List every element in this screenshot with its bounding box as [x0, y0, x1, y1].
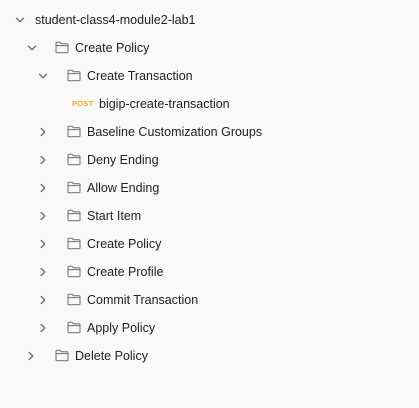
folder-icon [67, 321, 81, 334]
chevron-right-icon[interactable] [38, 295, 48, 305]
folder-row-start-item[interactable]: Start Item [0, 202, 419, 230]
folder-row-commit-transaction[interactable]: Commit Transaction [0, 286, 419, 314]
folder-label: Baseline Customization Groups [87, 125, 263, 139]
folder-row-deny-ending[interactable]: Deny Ending [0, 146, 419, 174]
collection-name: student-class4-module2-lab1 [35, 13, 196, 27]
folder-icon [67, 125, 81, 138]
folder-label: Delete Policy [75, 349, 148, 363]
folder-icon [67, 209, 81, 222]
folder-label: Create Transaction [87, 69, 193, 83]
folder-label: Create Profile [87, 265, 164, 279]
folder-label: Create Policy [75, 41, 150, 55]
chevron-right-icon[interactable] [38, 211, 48, 221]
chevron-down-icon[interactable] [15, 15, 25, 25]
folder-label: Start Item [87, 209, 142, 223]
folder-icon [55, 41, 69, 54]
chevron-right-icon[interactable] [26, 351, 36, 361]
folder-row-create-transaction[interactable]: Create Transaction [0, 62, 419, 90]
folder-icon [67, 153, 81, 166]
folder-row-create-profile[interactable]: Create Profile [0, 258, 419, 286]
folder-icon [67, 293, 81, 306]
chevron-down-icon[interactable] [27, 43, 37, 53]
folder-label: Commit Transaction [87, 293, 199, 307]
chevron-down-icon[interactable] [38, 71, 48, 81]
folder-label: Deny Ending [87, 153, 159, 167]
collection-row[interactable]: student-class4-module2-lab1 [0, 6, 419, 34]
request-method-badge: POST [72, 99, 94, 108]
chevron-right-icon[interactable] [38, 267, 48, 277]
folder-icon [67, 181, 81, 194]
folder-row-allow-ending[interactable]: Allow Ending [0, 174, 419, 202]
folder-row-create-policy[interactable]: Create Policy [0, 34, 419, 62]
chevron-right-icon[interactable] [38, 127, 48, 137]
chevron-right-icon[interactable] [38, 323, 48, 333]
folder-row-create-policy-sub[interactable]: Create Policy [0, 230, 419, 258]
folder-row-apply-policy[interactable]: Apply Policy [0, 314, 419, 342]
folder-icon [67, 265, 81, 278]
request-row-bigip-create-transaction[interactable]: POST bigip-create-transaction [0, 90, 419, 118]
folder-label: Apply Policy [87, 321, 156, 335]
chevron-right-icon[interactable] [38, 239, 48, 249]
collection-tree: student-class4-module2-lab1 Create Polic… [0, 6, 419, 370]
folder-row-baseline-customization-groups[interactable]: Baseline Customization Groups [0, 118, 419, 146]
folder-icon [67, 69, 81, 82]
folder-icon [67, 237, 81, 250]
folder-icon [55, 349, 69, 362]
chevron-right-icon[interactable] [38, 183, 48, 193]
folder-label: Create Policy [87, 237, 162, 251]
request-label: bigip-create-transaction [99, 97, 230, 111]
chevron-right-icon[interactable] [38, 155, 48, 165]
folder-label: Allow Ending [87, 181, 160, 195]
folder-row-delete-policy[interactable]: Delete Policy [0, 342, 419, 370]
